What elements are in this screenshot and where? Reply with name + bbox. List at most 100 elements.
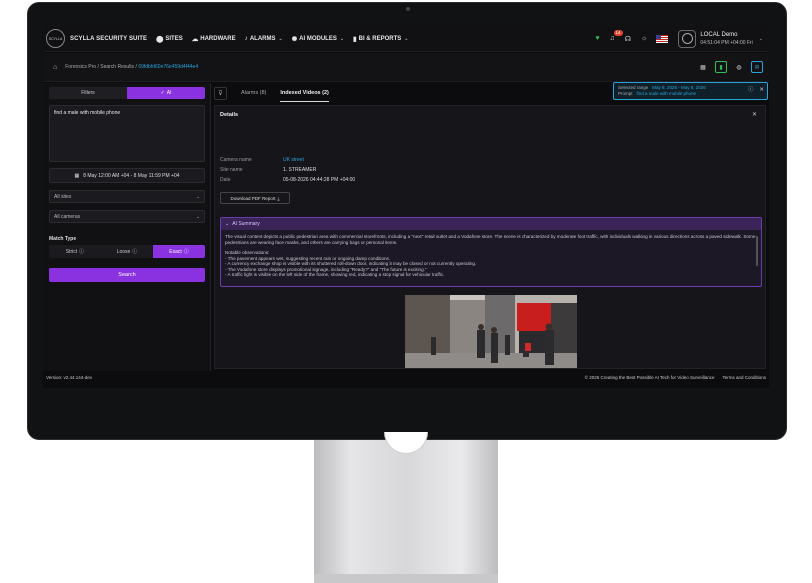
headset-icon[interactable]: ☊ (625, 35, 631, 43)
check-icon: ✓ (160, 90, 165, 96)
footer: Version: v2.44.144-dev © 2026 Creating t… (43, 372, 769, 383)
close-icon[interactable]: ✕ (752, 111, 757, 118)
ai-summary-paragraph: The visual content depicts a public pede… (225, 234, 756, 245)
download-pdf-button[interactable]: Download PDF Report ⤓ (220, 192, 290, 204)
video-frame-thumbnail[interactable] (405, 295, 577, 368)
nav-hardware[interactable]: ☁ HARDWARE (192, 35, 236, 43)
match-strict-label: Strict (65, 248, 78, 255)
breadcrumb-search-results[interactable]: Search Results (100, 64, 134, 70)
breadcrumb-bar: ⌂ Forensics Pro / Search Results / 69fdb… (43, 53, 769, 82)
device-status-icon[interactable]: ▮ (715, 61, 727, 73)
match-exact[interactable]: Exact ⓘ (153, 245, 205, 258)
info-icon: ⓘ (183, 249, 189, 255)
sites-select-value: All sites (54, 193, 72, 200)
nav-label: ALARMS (249, 35, 276, 42)
chevron-down-icon: ⌄ (196, 213, 200, 219)
match-type-label: Match Type (49, 236, 77, 242)
breadcrumb-separator: / (135, 64, 137, 70)
brightness-icon[interactable]: ☼ (641, 35, 647, 42)
cameras-select[interactable]: All cameras ⌄ (49, 210, 205, 223)
sites-select[interactable]: All sites ⌄ (49, 190, 205, 203)
version-text: Version: v2.44.144-dev (46, 375, 93, 380)
cloud-icon: ☁ (191, 35, 199, 43)
nav-label: BI & REPORTS (358, 35, 402, 42)
info-icon: ⓘ (132, 249, 138, 255)
match-loose[interactable]: Loose ⓘ (101, 245, 153, 258)
info-icon: ⓘ (79, 249, 85, 255)
date-value: 05-08-2026 04:44:28 PM +04:00 (283, 177, 356, 183)
nav-label: AI MODULES (299, 35, 337, 42)
site-name-value: 1. STREAMER (283, 167, 317, 173)
brand-logo[interactable]: SCYLLA (46, 29, 65, 48)
breadcrumb: Forensics Pro / Search Results / 69fdbfd… (65, 64, 198, 70)
site-name-label: Site name (220, 167, 243, 173)
heart-status-icon[interactable]: ♥ (595, 35, 599, 42)
prompt-label: Prompt (618, 91, 633, 96)
brand-name: SCYLLA SECURITY SUITE (70, 35, 148, 42)
chevron-down-icon: ⌄ (758, 35, 763, 42)
breadcrumb-separator: / (97, 64, 99, 70)
download-icon: ⤓ (277, 195, 280, 201)
prompt-textarea[interactable]: find a male with mobile phone (49, 105, 205, 162)
date-range-value: 8 May 12:00 AM +04 - 8 May 11:59 PM +04 (83, 172, 180, 179)
cameras-select-value: All cameras (54, 213, 81, 220)
info-icon[interactable]: ⓘ (748, 87, 754, 93)
panel-mode-toggle: Filters ✓ AI (49, 87, 205, 99)
filter-icon[interactable]: ⊽ (214, 86, 227, 100)
nav-right-tools: ♥ ♫ 14 ☊ ☼ LOCAL Demo 04:51:04 PM +04:00 … (585, 29, 769, 48)
details-title: Details (220, 112, 239, 118)
camera-name-label: Camera name (220, 157, 252, 163)
nav-sites[interactable]: ⬤ SITES (156, 35, 183, 43)
ai-summary-header[interactable]: ⌄ AI Summary (221, 218, 761, 230)
layout-icon[interactable]: ▤ (751, 61, 763, 73)
tab-indexed-videos[interactable]: Indexed Videos (2) (280, 84, 329, 102)
logo-text: SCYLLA (48, 36, 63, 41)
top-nav: SCYLLA SCYLLA SECURITY SUITE ⬤ SITES ☁ HAR… (43, 26, 769, 52)
stand-foot (314, 574, 498, 583)
chevron-down-icon: ⌄ (404, 35, 409, 42)
search-button[interactable]: Search (49, 268, 205, 282)
monitor-stand (314, 440, 498, 583)
camera-name-link[interactable]: UK street (283, 157, 304, 163)
match-strict[interactable]: Strict ⓘ (49, 245, 101, 258)
chevron-down-icon: ⌄ (225, 221, 230, 227)
brain-icon: ✺ (291, 35, 298, 43)
chevron-down-icon: ⌄ (278, 35, 283, 42)
terms-link[interactable]: Terms and Conditions (722, 375, 766, 380)
globe-icon[interactable]: ◍ (733, 61, 745, 73)
us-flag-icon[interactable] (656, 34, 669, 43)
home-icon[interactable]: ⌂ (53, 64, 57, 71)
date-range-picker[interactable]: ▦ 8 May 12:00 AM +04 - 8 May 11:59 PM +04 (49, 168, 205, 183)
ai-tab[interactable]: ✓ AI (127, 87, 205, 99)
breadcrumb-current: 69fdbfd60e76e459d4f44e4 (138, 64, 199, 70)
chevron-down-icon: ⌄ (196, 193, 200, 199)
nav-label: SITES (165, 35, 183, 42)
view-tools: ▦ ▮ ◍ ▤ (691, 61, 763, 73)
details-panel: Details ✕ Camera name UK street Site nam… (214, 105, 766, 369)
nav-label: HARDWARE (200, 35, 236, 42)
left-panel: Filters ✓ AI find a male with mobile phon… (43, 83, 211, 371)
selected-range-value: May 8, 2026 - May 8, 2026 (652, 85, 706, 90)
selection-info-box: Selected range May 8, 2026 - May 8, 2026 … (613, 82, 768, 100)
ai-tab-label: AI (166, 90, 172, 96)
ai-summary-scrollbar[interactable] (756, 236, 758, 266)
copyright-text: © 2026 Creating the Best Possible AI Tec… (584, 375, 715, 380)
grid-view-icon[interactable]: ▦ (697, 61, 709, 73)
close-icon[interactable]: ✕ (759, 87, 764, 93)
tab-alarms[interactable]: Alarms (8) (241, 84, 266, 102)
bar-chart-icon: ▮ (353, 35, 357, 43)
ai-summary-text: The visual content depicts a public pede… (221, 230, 761, 282)
nav-ai-modules[interactable]: ✺ AI MODULES ⌄ (292, 35, 344, 43)
app-screen: SCYLLA SCYLLA SECURITY SUITE ⬤ SITES ☁ HAR… (43, 26, 769, 388)
nav-alarms[interactable]: ♪ ALARMS ⌄ (245, 35, 283, 42)
user-time: 04:51:04 PM +04:00 Fri (700, 39, 753, 46)
bell-icon: ♪ (244, 35, 248, 42)
calendar-icon: ▦ (74, 172, 80, 179)
ai-summary-line: - A traffic light is visible on the left… (225, 272, 445, 277)
selected-range-label: Selected range (618, 85, 649, 90)
user-profile[interactable]: LOCAL Demo 04:51:04 PM +04:00 Fri ⌄ (678, 29, 763, 48)
notifications-bell-icon[interactable]: ♫ 14 (610, 30, 623, 42)
breadcrumb-forensics[interactable]: Forensics Pro (65, 64, 96, 70)
nav-bi-reports[interactable]: ▮ BI & REPORTS ⌄ (353, 35, 408, 43)
filters-tab[interactable]: Filters (49, 87, 127, 99)
